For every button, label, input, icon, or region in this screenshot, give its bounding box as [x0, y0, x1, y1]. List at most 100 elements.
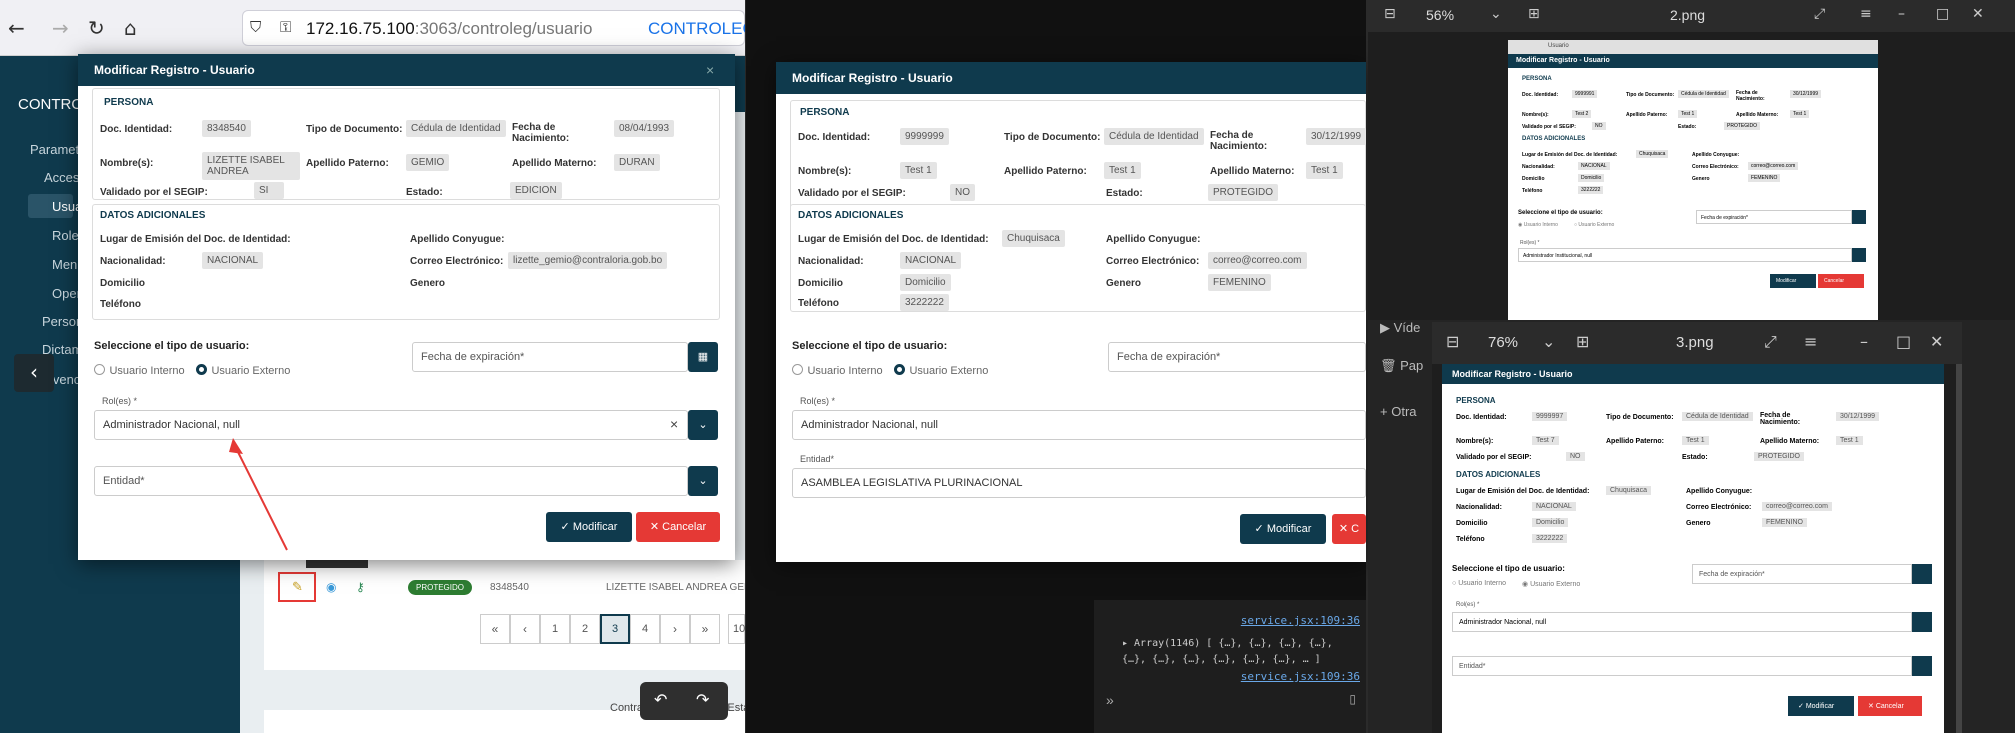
viewer-2-nombres-value: Test 7	[1532, 436, 1559, 445]
viewer-1-persona: PERSONA	[1522, 76, 1552, 82]
viewer-1-maximize-icon[interactable]: □	[1936, 6, 1949, 22]
sidebar-collapse-icon[interactable]: ‹	[14, 354, 54, 392]
desktop-item-video[interactable]: ▶ Víde	[1380, 320, 1420, 336]
page-last[interactable]: »	[690, 614, 720, 644]
lock-icon: ⚿	[280, 18, 292, 36]
viewer-1-adicionales: DATOS ADICIONALES	[1522, 136, 1586, 142]
viewer-1-fullscreen-icon[interactable]: ⤢	[1814, 6, 1825, 22]
page-size-select[interactable]: 10	[728, 614, 745, 644]
console-prompt-icon[interactable]: »	[1106, 692, 1114, 708]
sidebar-item-operaciones[interactable]: Oper	[52, 286, 81, 301]
modal-1-modificar-button[interactable]: ✓ Modificar	[546, 512, 632, 542]
pencil-icon[interactable]: ✎	[292, 579, 303, 595]
viewer-1-zoom-in-icon[interactable]: ⊞	[1528, 6, 1540, 22]
home-icon[interactable]: ⌂	[124, 16, 137, 40]
viewer-1-zoom[interactable]: 56%	[1426, 7, 1454, 23]
page-1[interactable]: 1	[540, 614, 570, 644]
viewer-2-doc-value: 9999997	[1532, 412, 1568, 421]
modal-2-radio-interno-dot[interactable]	[792, 364, 803, 376]
modal-1-roles-clear-icon[interactable]: ×	[670, 416, 678, 432]
modal-2-doc-label: Doc. Identidad:	[798, 132, 871, 143]
modal-1-radio-externo-dot[interactable]	[196, 364, 207, 376]
modal-1-entidad-select[interactable]: Entidad*	[94, 466, 688, 496]
modal-1-entidad-chevron-down-icon[interactable]: ⌄	[688, 466, 718, 496]
modal-1-radio-externo[interactable]: Usuario Externo	[196, 361, 290, 379]
redo-icon[interactable]: ↷	[696, 690, 709, 709]
viewer-1-ap-mat-label: Apellido Materno:	[1736, 112, 1779, 118]
viewer-2-close-icon[interactable]: ✕	[1930, 332, 1943, 351]
viewer-2-maximize-icon[interactable]: □	[1896, 332, 1911, 351]
modal-1-radio-interno[interactable]: Usuario Interno	[94, 361, 185, 379]
modal-2-radio-externo-dot[interactable]	[894, 364, 905, 376]
modal-1-domicilio-label: Domicilio	[100, 278, 146, 289]
console-panel-icon[interactable]: ▯	[1349, 692, 1356, 706]
viewer-2-fullscreen-icon[interactable]: ⤢	[1764, 332, 1777, 352]
viewer-2-chevron-down-icon[interactable]: ⌄	[1542, 332, 1555, 351]
viewer-2-minimize-icon[interactable]: –	[1860, 332, 1868, 351]
page-first[interactable]: «	[480, 614, 510, 644]
viewer-2-doc-label: Doc. Identidad:	[1456, 414, 1507, 421]
key-icon[interactable]: ⚷	[356, 580, 365, 594]
viewer-2-image: Modificar Registro - Usuario PERSONA Doc…	[1442, 364, 1944, 733]
viewer-2-genero-value: FEMENINO	[1762, 518, 1807, 527]
edit-button-highlight[interactable]: ✎	[278, 572, 316, 602]
viewer-2-estado-label: Estado:	[1682, 454, 1708, 461]
forward-icon[interactable]: →	[52, 16, 69, 40]
viewer-1-menu-icon[interactable]: ≡	[1860, 6, 1872, 22]
viewer-1-close-icon[interactable]: ✕	[1972, 6, 1984, 22]
viewer-1-roles-label: Rol(es) *	[1520, 240, 1540, 246]
viewer-1-ap-pat: Test 1	[1678, 110, 1698, 118]
sidebar-item-parametros[interactable]: Parametr	[30, 142, 83, 157]
modal-1-expiracion-input[interactable]: Fecha de expiración*	[412, 342, 688, 372]
viewer-1-telefono-label: Teléfono	[1522, 188, 1543, 194]
desktop-item-video-label: Víde	[1393, 320, 1421, 335]
tooltip-stub	[306, 560, 368, 568]
desktop-item-otra[interactable]: + Otra	[1380, 404, 1417, 419]
viewer-1-tipo: Cédula de Identidad	[1678, 90, 1729, 98]
modal-2-expiracion-input[interactable]: Fecha de expiración*	[1108, 342, 1366, 372]
modal-1-roles-select[interactable]: Administrador Nacional, null	[94, 410, 688, 440]
console-link-1[interactable]: service.jsx:109:36	[1241, 614, 1360, 627]
viewer-2-zoom-in-icon[interactable]: ⊞	[1576, 332, 1589, 351]
viewer-2-zoom[interactable]: 76%	[1488, 334, 1518, 351]
modal-1-cancelar-button[interactable]: ✕ Cancelar	[636, 512, 720, 542]
modal-2-cancelar-button[interactable]: ✕ C	[1332, 514, 1366, 544]
eye-icon[interactable]: ◉	[326, 580, 336, 594]
modal-2-ap-mat-label: Apellido Materno:	[1210, 166, 1295, 177]
modal-1-roles-chevron-down-icon[interactable]: ⌄	[688, 410, 718, 440]
url-text: 172.16.75.100:3063/controleg/usuario	[306, 19, 592, 39]
modal-2-radio-interno[interactable]: Usuario Interno	[792, 361, 883, 379]
page-4[interactable]: 4	[630, 614, 660, 644]
viewer-1-minimize-icon[interactable]: –	[1898, 6, 1905, 22]
console-array[interactable]: ▸ Array(1146) [ {…}, {…}, {…}, {…}, {…},…	[1122, 636, 1362, 668]
modal-1-calendar-icon[interactable]: ▦	[688, 342, 718, 372]
back-icon[interactable]: ←	[8, 16, 25, 40]
viewer-2-domicilio-value: Domicilio	[1532, 518, 1569, 527]
page-next[interactable]: ›	[660, 614, 690, 644]
modal-1-close-icon[interactable]: ×	[706, 62, 714, 78]
modal-2-radio-externo[interactable]: Usuario Externo	[894, 361, 988, 379]
modal-1-genero-label: Genero	[410, 278, 446, 289]
modal-1-radio-interno-text: Usuario Interno	[109, 365, 185, 377]
page-2[interactable]: 2	[570, 614, 600, 644]
modal-2-modificar-button[interactable]: ✓ Modificar	[1240, 514, 1326, 544]
undo-icon[interactable]: ↶	[654, 690, 667, 709]
viewer-2-genero-label: Genero	[1686, 520, 1711, 527]
viewer-2-ap-mat-value: Test 1	[1836, 436, 1863, 445]
viewer-2-scrollbar[interactable]	[1956, 364, 1962, 733]
status-badge: PROTEGIDO	[408, 580, 473, 595]
viewer-1-zoom-out-icon[interactable]: ⊟	[1384, 6, 1396, 22]
viewer-1-externo: ○ Usuario Externo	[1574, 222, 1615, 228]
modal-2-fecha-value: 30/12/1999	[1306, 128, 1367, 145]
modal-2-entidad-select[interactable]: ASAMBLEA LEGISLATIVA PLURINACIONAL	[792, 468, 1366, 498]
reload-icon[interactable]: ↻	[88, 16, 105, 40]
modal-2-roles-select[interactable]: Administrador Nacional, null	[792, 410, 1366, 440]
viewer-2-zoom-out-icon[interactable]: ⊟	[1446, 332, 1459, 351]
page-prev[interactable]: ‹	[510, 614, 540, 644]
viewer-1-chevron-down-icon[interactable]: ⌄	[1490, 6, 1502, 22]
desktop-item-papelera[interactable]: 🗑 Pap	[1380, 358, 1423, 374]
viewer-2-menu-icon[interactable]: ≡	[1804, 332, 1817, 351]
modal-1-radio-interno-dot[interactable]	[94, 364, 105, 376]
console-link-2[interactable]: service.jsx:109:36	[1241, 670, 1360, 683]
page-3[interactable]: 3	[600, 614, 630, 644]
